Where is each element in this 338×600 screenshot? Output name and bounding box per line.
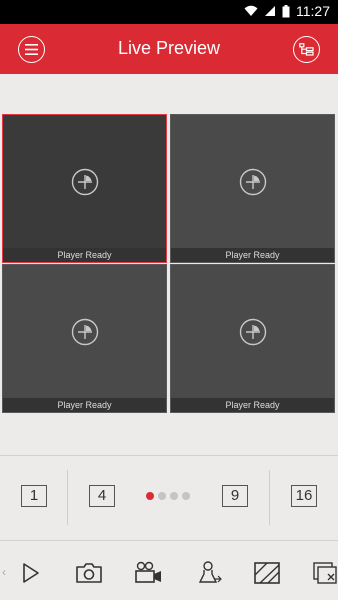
quality-button[interactable] <box>252 559 282 587</box>
page-dot-1 <box>146 492 154 500</box>
layout-1-button[interactable]: 1 <box>21 485 47 507</box>
status-bar: 11:27 <box>0 0 338 24</box>
close-all-button[interactable] <box>310 559 338 587</box>
preview-window-4[interactable]: Player Ready <box>170 264 335 413</box>
ptz-control-icon <box>198 561 222 583</box>
player-status-label: Player Ready <box>3 398 166 412</box>
page-dot-2 <box>158 492 166 500</box>
divider <box>67 470 68 525</box>
capture-button[interactable] <box>74 559 104 587</box>
play-button[interactable] <box>16 559 46 587</box>
preview-window-2[interactable]: Player Ready <box>170 114 335 263</box>
preview-grid: Player Ready Player Ready Player Ready P… <box>0 74 338 454</box>
scroll-left-icon[interactable]: ‹ <box>2 565 6 579</box>
layout-selector: 1 4 9 16 <box>0 455 338 537</box>
signal-icon <box>265 6 275 16</box>
add-camera-icon[interactable] <box>239 318 267 351</box>
record-button[interactable] <box>134 559 164 587</box>
layout-9-button[interactable]: 9 <box>222 485 248 507</box>
image-quality-icon <box>254 562 280 584</box>
status-time: 11:27 <box>296 3 330 19</box>
ptz-button[interactable] <box>195 559 225 587</box>
layout-16-button[interactable]: 16 <box>291 485 317 507</box>
divider <box>269 470 270 525</box>
player-status-label: Player Ready <box>3 248 166 262</box>
preview-window-1[interactable]: Player Ready <box>2 114 167 263</box>
add-camera-icon[interactable] <box>239 168 267 201</box>
device-list-button[interactable] <box>293 36 320 63</box>
status-icons: 11:27 <box>244 3 330 19</box>
close-all-icon <box>313 562 337 584</box>
battery-icon <box>282 4 290 17</box>
player-status-label: Player Ready <box>171 248 334 262</box>
play-icon <box>23 563 39 583</box>
layout-4-button[interactable]: 4 <box>89 485 115 507</box>
bottom-toolbar: ‹ <box>0 540 338 600</box>
page-dot-4 <box>182 492 190 500</box>
camera-icon <box>76 563 102 583</box>
device-list-icon <box>299 43 314 56</box>
preview-window-3[interactable]: Player Ready <box>2 264 167 413</box>
page-dot-3 <box>170 492 178 500</box>
page-indicator <box>146 492 190 500</box>
app-bar: Live Preview <box>0 24 338 74</box>
page-title: Live Preview <box>117 38 221 58</box>
add-camera-icon[interactable] <box>71 318 99 351</box>
player-status-label: Player Ready <box>171 398 334 412</box>
wifi-icon <box>244 5 258 16</box>
add-camera-icon[interactable] <box>71 168 99 201</box>
record-video-icon <box>135 561 161 583</box>
